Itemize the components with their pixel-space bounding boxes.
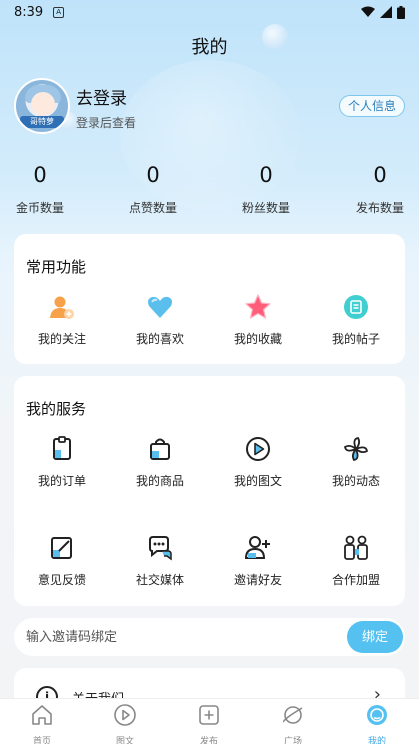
tab-publish[interactable]: 发布	[179, 703, 239, 744]
planet-icon	[283, 706, 303, 724]
post-icon	[341, 292, 371, 322]
item-label: 意见反馈	[37, 573, 86, 587]
play-circle-icon	[243, 434, 273, 464]
item-label: 合作加盟	[331, 573, 380, 587]
bottom-tab-bar: 首页 图文 发布 广场 我的	[0, 698, 419, 744]
tab-label: 我的	[367, 737, 386, 744]
social-media-item[interactable]: 社交媒体	[115, 533, 205, 588]
play-icon	[114, 704, 136, 726]
login-link[interactable]: 去登录	[76, 84, 127, 109]
star-icon	[243, 292, 273, 322]
section-title: 我的服务	[26, 400, 87, 418]
avatar-caption: 哥特萝	[20, 116, 64, 128]
my-favorites-item[interactable]: 我的收藏	[213, 292, 303, 347]
profile-icon	[367, 705, 387, 725]
my-moments-item[interactable]: 我的动态	[311, 434, 401, 489]
feedback-item[interactable]: 意见反馈	[17, 533, 107, 588]
status-time: 8:39	[14, 4, 44, 20]
item-label: 我的商品	[135, 474, 184, 488]
order-icon	[47, 434, 77, 464]
tab-mine[interactable]: 我的	[347, 703, 407, 744]
tab-label: 图文	[115, 737, 134, 744]
profile-header: 哥特萝 去登录 登录后查看 个人信息	[14, 78, 405, 134]
invite-code-input[interactable]	[26, 618, 326, 656]
my-services-card: 我的服务 我的订单 我的商品 我的图文 我的动态 意见反馈 社交媒体 邀请好友 …	[14, 376, 405, 606]
stat-label: 金币数量	[15, 201, 64, 215]
shopping-bag-icon	[145, 434, 175, 464]
stat-label: 点赞数量	[128, 201, 177, 215]
stat-value: 0	[146, 163, 160, 187]
item-label: 我的关注	[37, 332, 86, 346]
signal-icon	[380, 6, 392, 18]
item-label: 邀请好友	[233, 573, 282, 587]
tab-label: 首页	[32, 737, 51, 744]
status-bar: 8:39 A	[0, 0, 419, 24]
stat-likes[interactable]: 0 点赞数量	[113, 163, 193, 216]
avatar[interactable]: 哥特萝	[14, 78, 70, 134]
bind-button[interactable]: 绑定	[347, 621, 403, 653]
item-label: 我的收藏	[233, 332, 282, 346]
my-likes-item[interactable]: 我的喜欢	[115, 292, 205, 347]
my-graphics-item[interactable]: 我的图文	[213, 434, 303, 489]
my-posts-item[interactable]: 我的帖子	[311, 292, 401, 347]
stat-posts[interactable]: 0 发布数量	[340, 163, 419, 216]
my-orders-item[interactable]: 我的订单	[17, 434, 107, 489]
item-label: 我的喜欢	[135, 332, 184, 346]
chat-bubble-icon	[145, 533, 175, 563]
stat-value: 0	[373, 163, 387, 187]
item-label: 我的动态	[331, 474, 380, 488]
feedback-edit-icon	[47, 533, 77, 563]
common-functions-card: 常用功能 我的关注 我的喜欢 我的收藏 我的帖子	[14, 234, 405, 364]
stat-label: 粉丝数量	[241, 201, 290, 215]
stat-label: 发布数量	[355, 201, 404, 215]
personal-info-button[interactable]: 个人信息	[338, 95, 405, 117]
home-icon	[32, 705, 52, 725]
invite-friend-icon	[243, 533, 273, 563]
item-label: 我的订单	[37, 474, 86, 488]
partnership-item[interactable]: 合作加盟	[311, 533, 401, 588]
stat-fans[interactable]: 0 粉丝数量	[226, 163, 306, 216]
invite-friends-item[interactable]: 邀请好友	[213, 533, 303, 588]
tab-label: 发布	[199, 737, 218, 744]
add-square-icon	[199, 705, 219, 725]
item-label: 我的图文	[233, 474, 282, 488]
stats-row: 0 金币数量 0 点赞数量 0 粉丝数量 0 发布数量	[0, 163, 419, 219]
partnership-icon	[341, 533, 371, 563]
login-subtitle: 登录后查看	[76, 116, 137, 130]
follow-user-icon	[47, 292, 77, 322]
item-label: 我的帖子	[331, 332, 380, 346]
tab-label: 广场	[283, 737, 302, 744]
wifi-icon	[361, 6, 375, 17]
tab-square[interactable]: 广场	[263, 703, 323, 744]
avatar-face	[31, 92, 55, 116]
notification-icon: A	[53, 6, 65, 18]
stat-coins[interactable]: 0 金币数量	[0, 163, 80, 216]
section-title: 常用功能	[26, 258, 87, 276]
heart-icon	[145, 292, 175, 322]
my-products-item[interactable]: 我的商品	[115, 434, 205, 489]
item-label: 社交媒体	[135, 573, 184, 587]
tab-graphics[interactable]: 图文	[95, 703, 155, 744]
my-follow-item[interactable]: 我的关注	[17, 292, 107, 347]
stat-value: 0	[259, 163, 273, 187]
invite-code-bar: 绑定	[14, 618, 405, 656]
battery-icon	[397, 5, 405, 19]
stat-value: 0	[33, 163, 47, 187]
tab-home[interactable]: 首页	[12, 703, 72, 744]
page-title: 我的	[191, 37, 228, 58]
pinwheel-icon	[341, 434, 371, 464]
